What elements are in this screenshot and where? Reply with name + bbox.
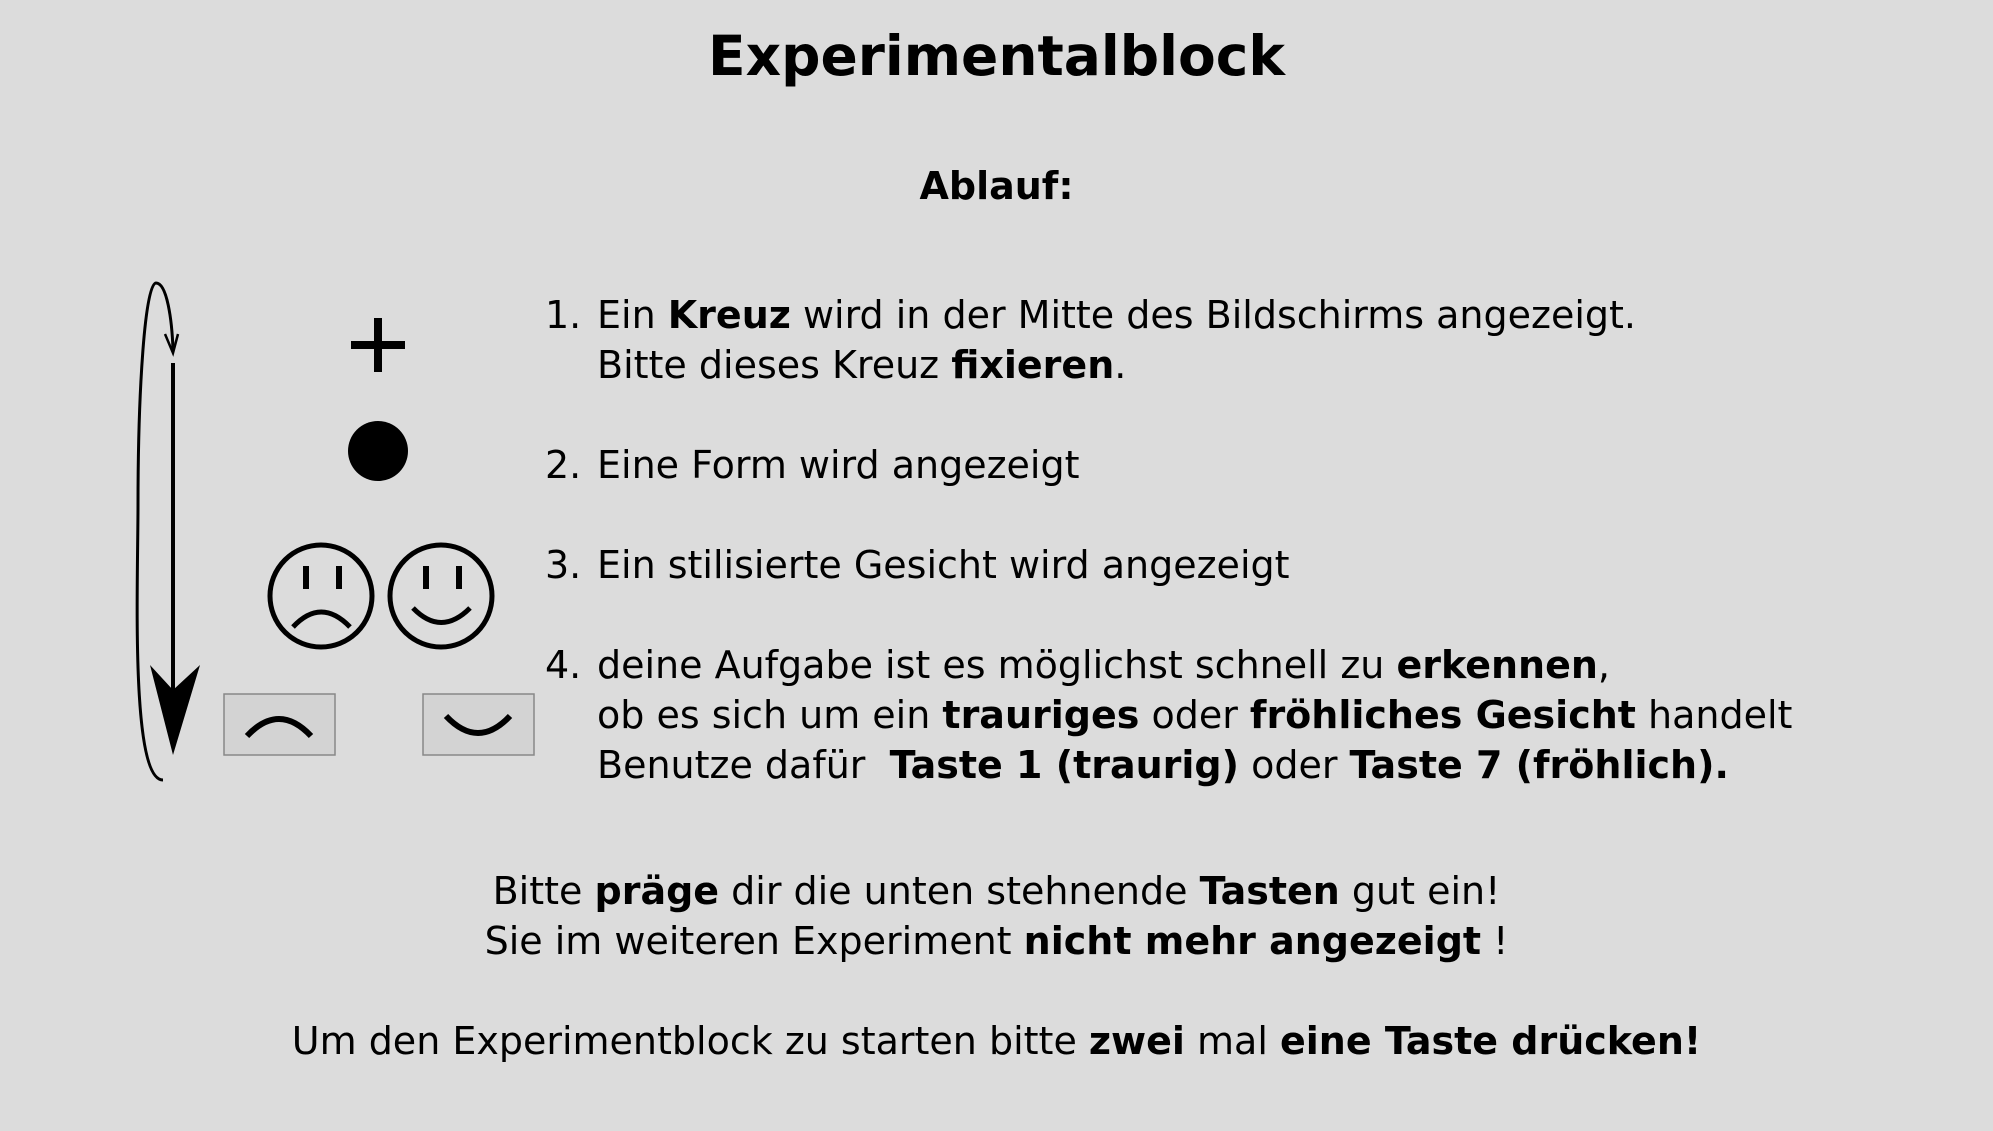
circle-shape-icon bbox=[348, 421, 408, 481]
step-text: Eine Form wird angezeigt bbox=[597, 443, 1080, 487]
step-line: Bitte dieses Kreuz fixieren. bbox=[597, 340, 1965, 390]
sad-face-icon bbox=[267, 542, 375, 650]
start-instruction: Um den Experimentblock zu starten bitte … bbox=[0, 1016, 1993, 1066]
step-emphasis: Kreuz bbox=[667, 293, 791, 337]
note-text: ! bbox=[1481, 919, 1509, 963]
step-text: deine Aufgabe ist es möglichst schnell z… bbox=[597, 643, 1397, 687]
note-text: dir die unten stehnende bbox=[719, 869, 1200, 913]
note-emphasis: zwei bbox=[1088, 1019, 1185, 1063]
step-text: wird in der Mitte des Bildschirms angeze… bbox=[790, 293, 1636, 337]
step-text: handelt bbox=[1635, 693, 1793, 737]
note-text: mal bbox=[1184, 1019, 1280, 1063]
section-subtitle: Ablauf: bbox=[919, 164, 1074, 208]
step-text: Bitte dieses Kreuz bbox=[597, 343, 952, 387]
note-text: Bitte bbox=[492, 869, 595, 913]
key-hint-happy: Taste 7 (fröhlich). bbox=[1349, 743, 1729, 787]
step-emphasis: trauriges bbox=[942, 693, 1140, 737]
note-text: gut ein! bbox=[1339, 869, 1501, 913]
step-emphasis: fixieren bbox=[951, 343, 1115, 387]
instruction-list: 1. Ein Kreuz wird in der Mitte des Bilds… bbox=[545, 290, 1965, 840]
page-title: Experimentalblock bbox=[708, 24, 1285, 88]
step-number: 4. bbox=[545, 643, 582, 687]
list-item: 2. Eine Form wird angezeigt bbox=[545, 440, 1965, 490]
note-emphasis: Tasten bbox=[1199, 869, 1340, 913]
step-text: , bbox=[1597, 643, 1610, 687]
step-line: ob es sich um ein trauriges oder fröhlic… bbox=[597, 690, 1965, 740]
list-item: 1. Ein Kreuz wird in der Mitte des Bilds… bbox=[545, 290, 1965, 390]
step-line: deine Aufgabe ist es möglichst schnell z… bbox=[597, 640, 1965, 690]
step-text: oder bbox=[1239, 743, 1350, 787]
step-text: Ein stilisierte Gesicht wird angezeigt bbox=[597, 543, 1290, 587]
note-line: Bitte präge dir die unten stehnende Tast… bbox=[0, 866, 1993, 916]
step-text: . bbox=[1114, 343, 1127, 387]
step-text: ob es sich um ein bbox=[597, 693, 943, 737]
step-number: 3. bbox=[545, 543, 582, 587]
step-number: 2. bbox=[545, 443, 582, 487]
smile-key-icon bbox=[422, 693, 535, 756]
note-line: Sie im weiteren Experiment nicht mehr an… bbox=[0, 916, 1993, 966]
note-emphasis: eine Taste drücken! bbox=[1279, 1019, 1702, 1063]
fixation-cross-icon bbox=[351, 318, 405, 372]
note-text: Sie im weiteren Experiment bbox=[484, 919, 1024, 963]
frown-key-icon bbox=[223, 693, 336, 756]
step-emphasis: erkennen bbox=[1396, 643, 1598, 687]
list-item: 3. Ein stilisierte Gesicht wird angezeig… bbox=[545, 540, 1965, 590]
cycle-arrow-icon bbox=[135, 281, 200, 782]
note-text: Um den Experimentblock zu starten bitte bbox=[291, 1019, 1089, 1063]
note-emphasis: präge bbox=[594, 869, 720, 913]
step-number: 1. bbox=[545, 293, 582, 337]
step-text: oder bbox=[1139, 693, 1250, 737]
step-emphasis: fröhliches Gesicht bbox=[1249, 693, 1636, 737]
step-line: Ein Kreuz wird in der Mitte des Bildschi… bbox=[597, 290, 1965, 340]
step-line: Benutze dafür Taste 1 (traurig) oder Tas… bbox=[597, 740, 1965, 790]
key-hint-sad: Taste 1 (traurig) bbox=[889, 743, 1239, 787]
step-text: Benutze dafür bbox=[597, 743, 890, 787]
happy-face-icon bbox=[387, 542, 495, 650]
note-emphasis: nicht mehr angezeigt bbox=[1023, 919, 1482, 963]
step-text: Ein bbox=[597, 293, 668, 337]
list-item: 4. deine Aufgabe ist es möglichst schnel… bbox=[545, 640, 1965, 790]
